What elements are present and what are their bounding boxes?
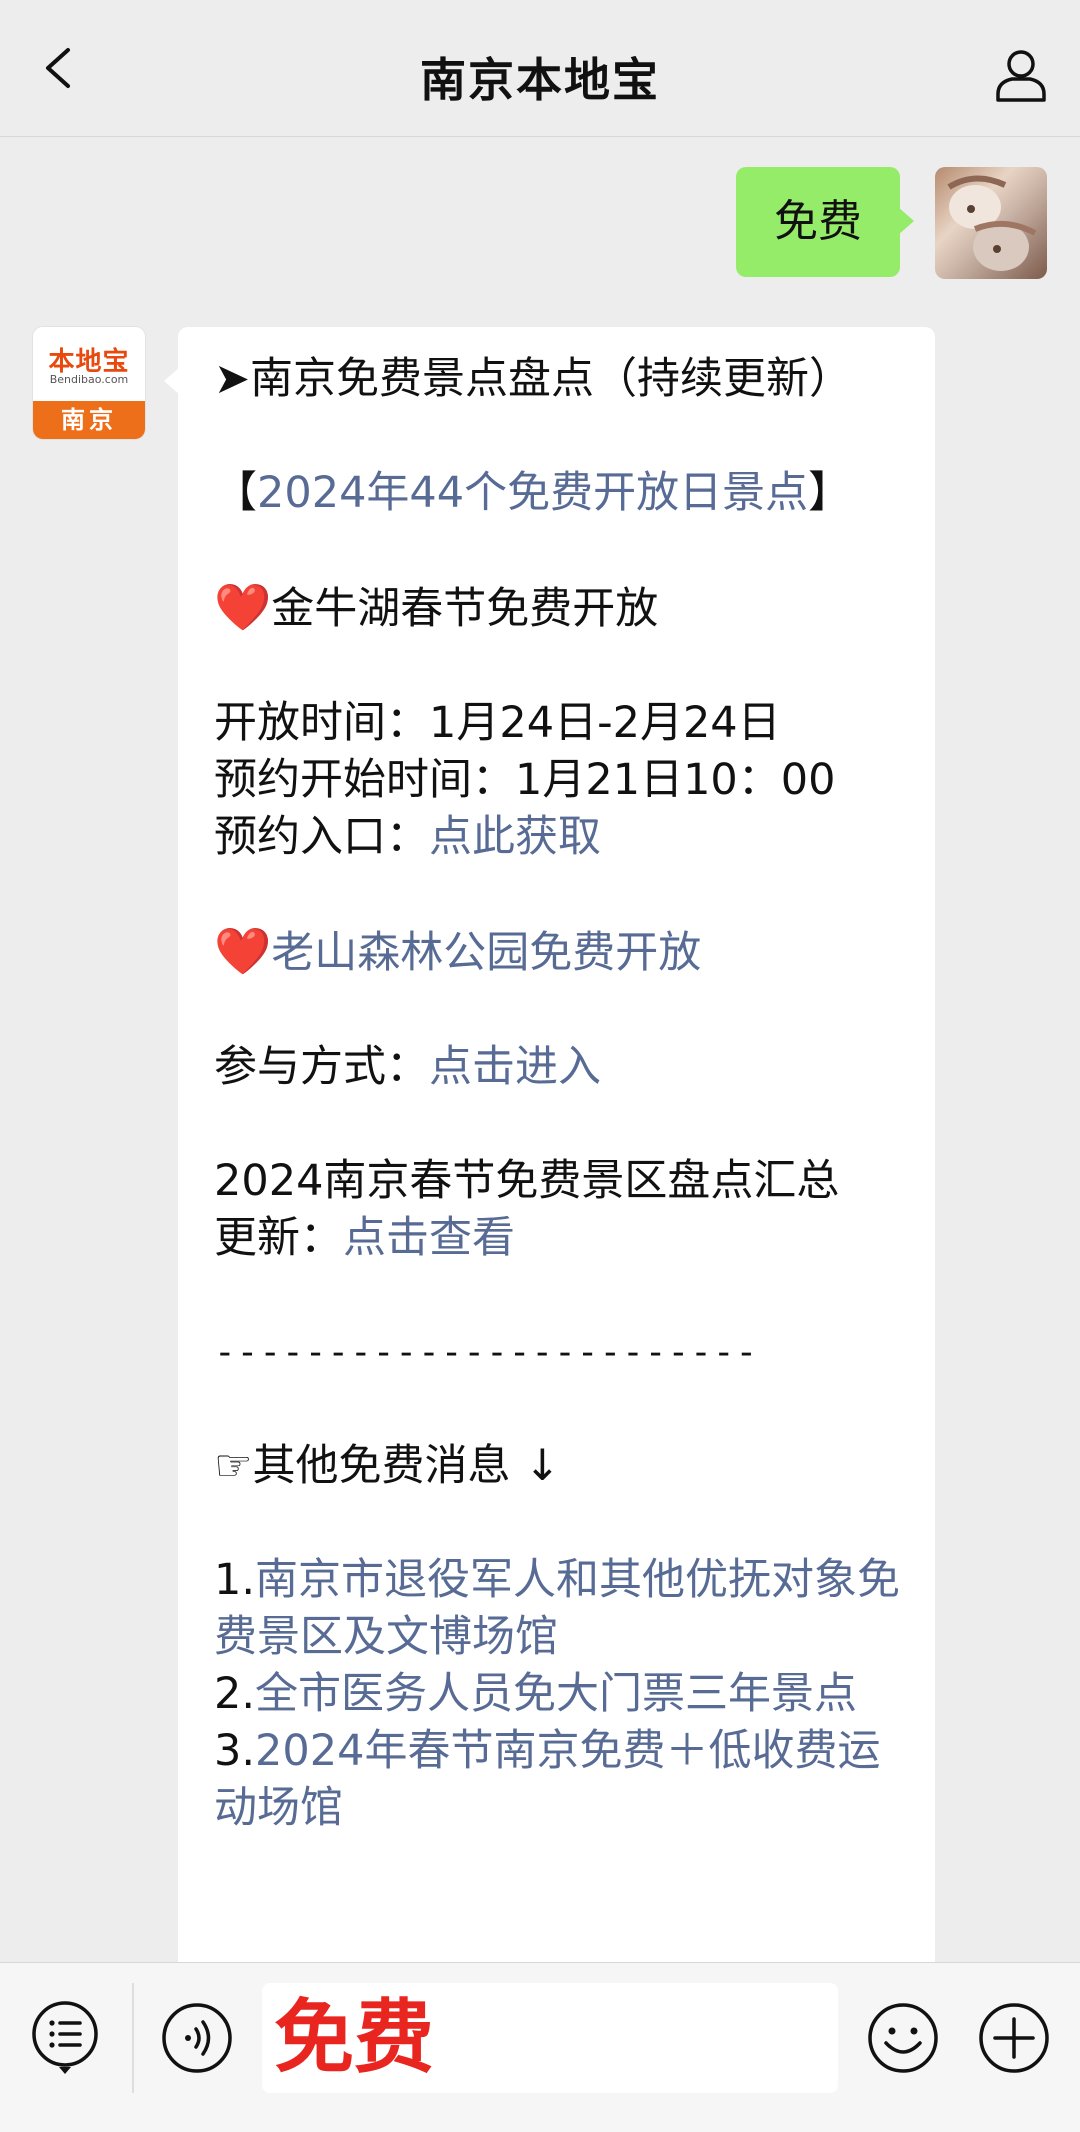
message-heading: ➤南京免费景点盘点（持续更新）: [214, 354, 853, 404]
message-line: 预约入口：点此获取: [214, 809, 905, 866]
open-time-text: 开放时间：1月24日-2月24日: [214, 698, 781, 748]
jinniu-lake-title: 金牛湖春节免费开放: [271, 584, 659, 634]
brand-logo-domain: Bendibao.com: [49, 373, 129, 386]
list-item: 1.南京市退役军人和其他优抚对象免费景区及文博场馆: [214, 1552, 905, 1666]
outgoing-message-text: 免费: [774, 196, 862, 247]
list-item-number: 1.: [214, 1555, 256, 1605]
participate-label: 参与方式：: [214, 1042, 429, 1092]
plus-icon[interactable]: [977, 2001, 1051, 2075]
brand-logo: 本地宝 Bendibao.com: [33, 327, 145, 397]
veterans-free-link[interactable]: 南京市退役军人和其他优抚对象免费景区及文博场馆: [214, 1555, 900, 1662]
list-item: 3.2024年春节南京免费＋低收费运动场馆: [214, 1723, 905, 1837]
chat-title: 南京本地宝: [420, 53, 660, 107]
input-bar: [0, 1962, 1080, 2132]
bracket-open: 【: [214, 468, 257, 518]
user-avatar[interactable]: [935, 167, 1047, 279]
booking-time-text: 预约开始时间：1月21日10：00: [214, 755, 836, 805]
heart-icon: ❤️: [214, 580, 272, 634]
top-bar: 南京本地宝: [0, 0, 1080, 137]
summary-link[interactable]: 点击查看: [343, 1213, 515, 1263]
message-line: 【2024年44个免费开放日景点】: [214, 465, 905, 522]
message-line: 更新：点击查看: [214, 1210, 905, 1267]
chat-area[interactable]: 免费 本地宝 Bendibao.com 南京 ➤南京免费景点盘点（持续更新） 【…: [0, 137, 1080, 1962]
brand-logo-city: 南京: [33, 401, 145, 439]
message-line: 参与方式：点击进入: [214, 1039, 905, 1096]
laoshan-park-link[interactable]: 老山森林公园免费开放: [271, 928, 701, 978]
medical-staff-free-link[interactable]: 全市医务人员免大门票三年景点: [255, 1669, 857, 1719]
participate-link[interactable]: 点击进入: [429, 1042, 601, 1092]
booking-entry-link[interactable]: 点此获取: [429, 812, 601, 862]
free-days-link[interactable]: 2024年44个免费开放日景点: [257, 468, 808, 518]
voice-icon[interactable]: [160, 2001, 234, 2075]
booking-entry-label: 预约入口：: [214, 812, 429, 862]
divider-dashes: ------------------------: [214, 1332, 759, 1373]
list-item: 2.全市医务人员免大门票三年景点: [214, 1666, 905, 1723]
list-item-number: 3.: [214, 1726, 256, 1776]
summary-text: 2024南京春节免费景区盘点汇总: [214, 1156, 840, 1206]
message-line: ❤️金牛湖春节免费开放: [214, 579, 905, 638]
message-line: ❤️老山森林公园免费开放: [214, 923, 905, 982]
account-avatar[interactable]: 本地宝 Bendibao.com 南京: [33, 327, 145, 439]
incoming-message-bubble: ➤南京免费景点盘点（持续更新） 【2024年44个免费开放日景点】 ❤️金牛湖春…: [164, 327, 935, 1962]
update-label: 更新：: [214, 1213, 343, 1263]
sports-venues-link[interactable]: 2024年春节南京免费＋低收费运动场馆: [214, 1726, 880, 1833]
profile-icon[interactable]: [992, 46, 1050, 104]
outgoing-message-bubble[interactable]: 免费: [736, 167, 914, 277]
bracket-close: 】: [808, 468, 852, 518]
heart-icon: ❤️: [214, 924, 272, 978]
menu-icon[interactable]: [30, 1999, 100, 2075]
user-avatar-image: [947, 175, 1037, 271]
list-item-number: 2.: [214, 1669, 256, 1719]
other-free-news-heading: ☞其他免费消息 ↓: [214, 1441, 561, 1491]
bar-divider: [132, 1983, 134, 2093]
message-input[interactable]: [262, 1983, 838, 2093]
emoji-icon[interactable]: [866, 2001, 940, 2075]
